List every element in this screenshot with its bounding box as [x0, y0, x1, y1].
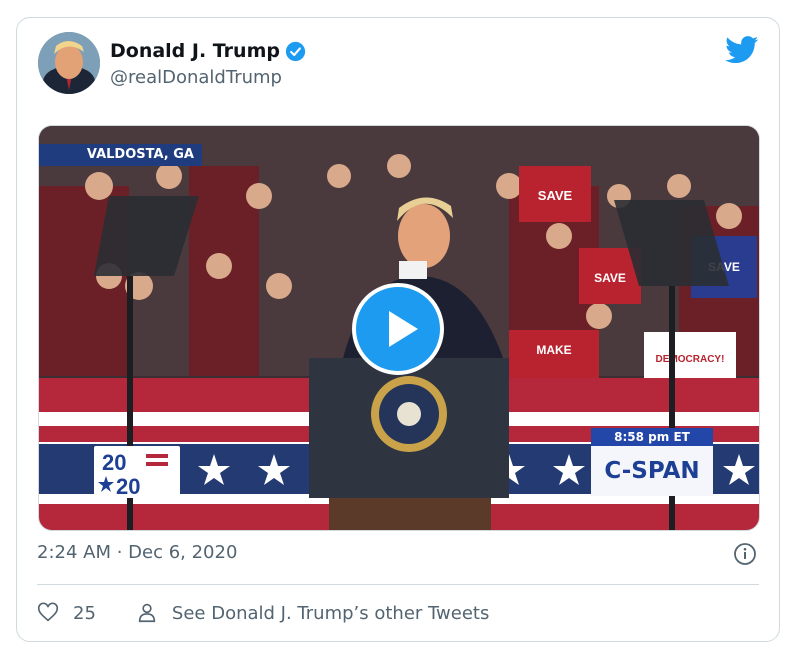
avatar[interactable]: [38, 32, 100, 94]
info-icon[interactable]: [733, 542, 757, 566]
podium: [309, 358, 509, 530]
location-banner: VALDOSTA, GA: [39, 144, 202, 166]
broadcast-time: 8:58 pm ET: [591, 428, 713, 446]
svg-text:20: 20: [116, 474, 140, 498]
svg-text:SAVE: SAVE: [594, 271, 626, 285]
play-button[interactable]: [352, 283, 444, 375]
svg-text:20: 20: [102, 450, 126, 475]
person-icon: [138, 603, 156, 623]
network-logo: C-SPAN: [591, 446, 713, 496]
tweet-timestamp[interactable]: 2:24 AM · Dec 6, 2020: [37, 542, 237, 563]
author-name[interactable]: Donald J. Trump: [110, 40, 280, 62]
tweet-card[interactable]: Donald J. Trump @realDonaldTrump SAVE SA…: [16, 17, 780, 642]
divider: [37, 584, 759, 585]
twitter-bird-icon[interactable]: [725, 36, 759, 64]
author-handle[interactable]: @realDonaldTrump: [110, 67, 282, 88]
other-tweets-label: See Donald J. Trump’s other Tweets: [171, 602, 490, 624]
like-count: 25: [73, 602, 96, 624]
heart-icon[interactable]: [37, 602, 59, 624]
svg-text:SAVE: SAVE: [538, 188, 573, 203]
play-icon: [389, 311, 418, 347]
svg-text:MAKE: MAKE: [536, 343, 571, 357]
verified-badge-icon: [285, 41, 306, 61]
2020-logo: 20 20: [94, 446, 180, 499]
other-tweets-link[interactable]: See Donald J. Trump’s other Tweets: [136, 602, 489, 624]
video-player[interactable]: SAVE SAVE SAVE MAKE DEMOCRACY! VALDOSTA,…: [38, 125, 760, 531]
svg-text:DEMOCRACY!: DEMOCRACY!: [656, 354, 725, 365]
